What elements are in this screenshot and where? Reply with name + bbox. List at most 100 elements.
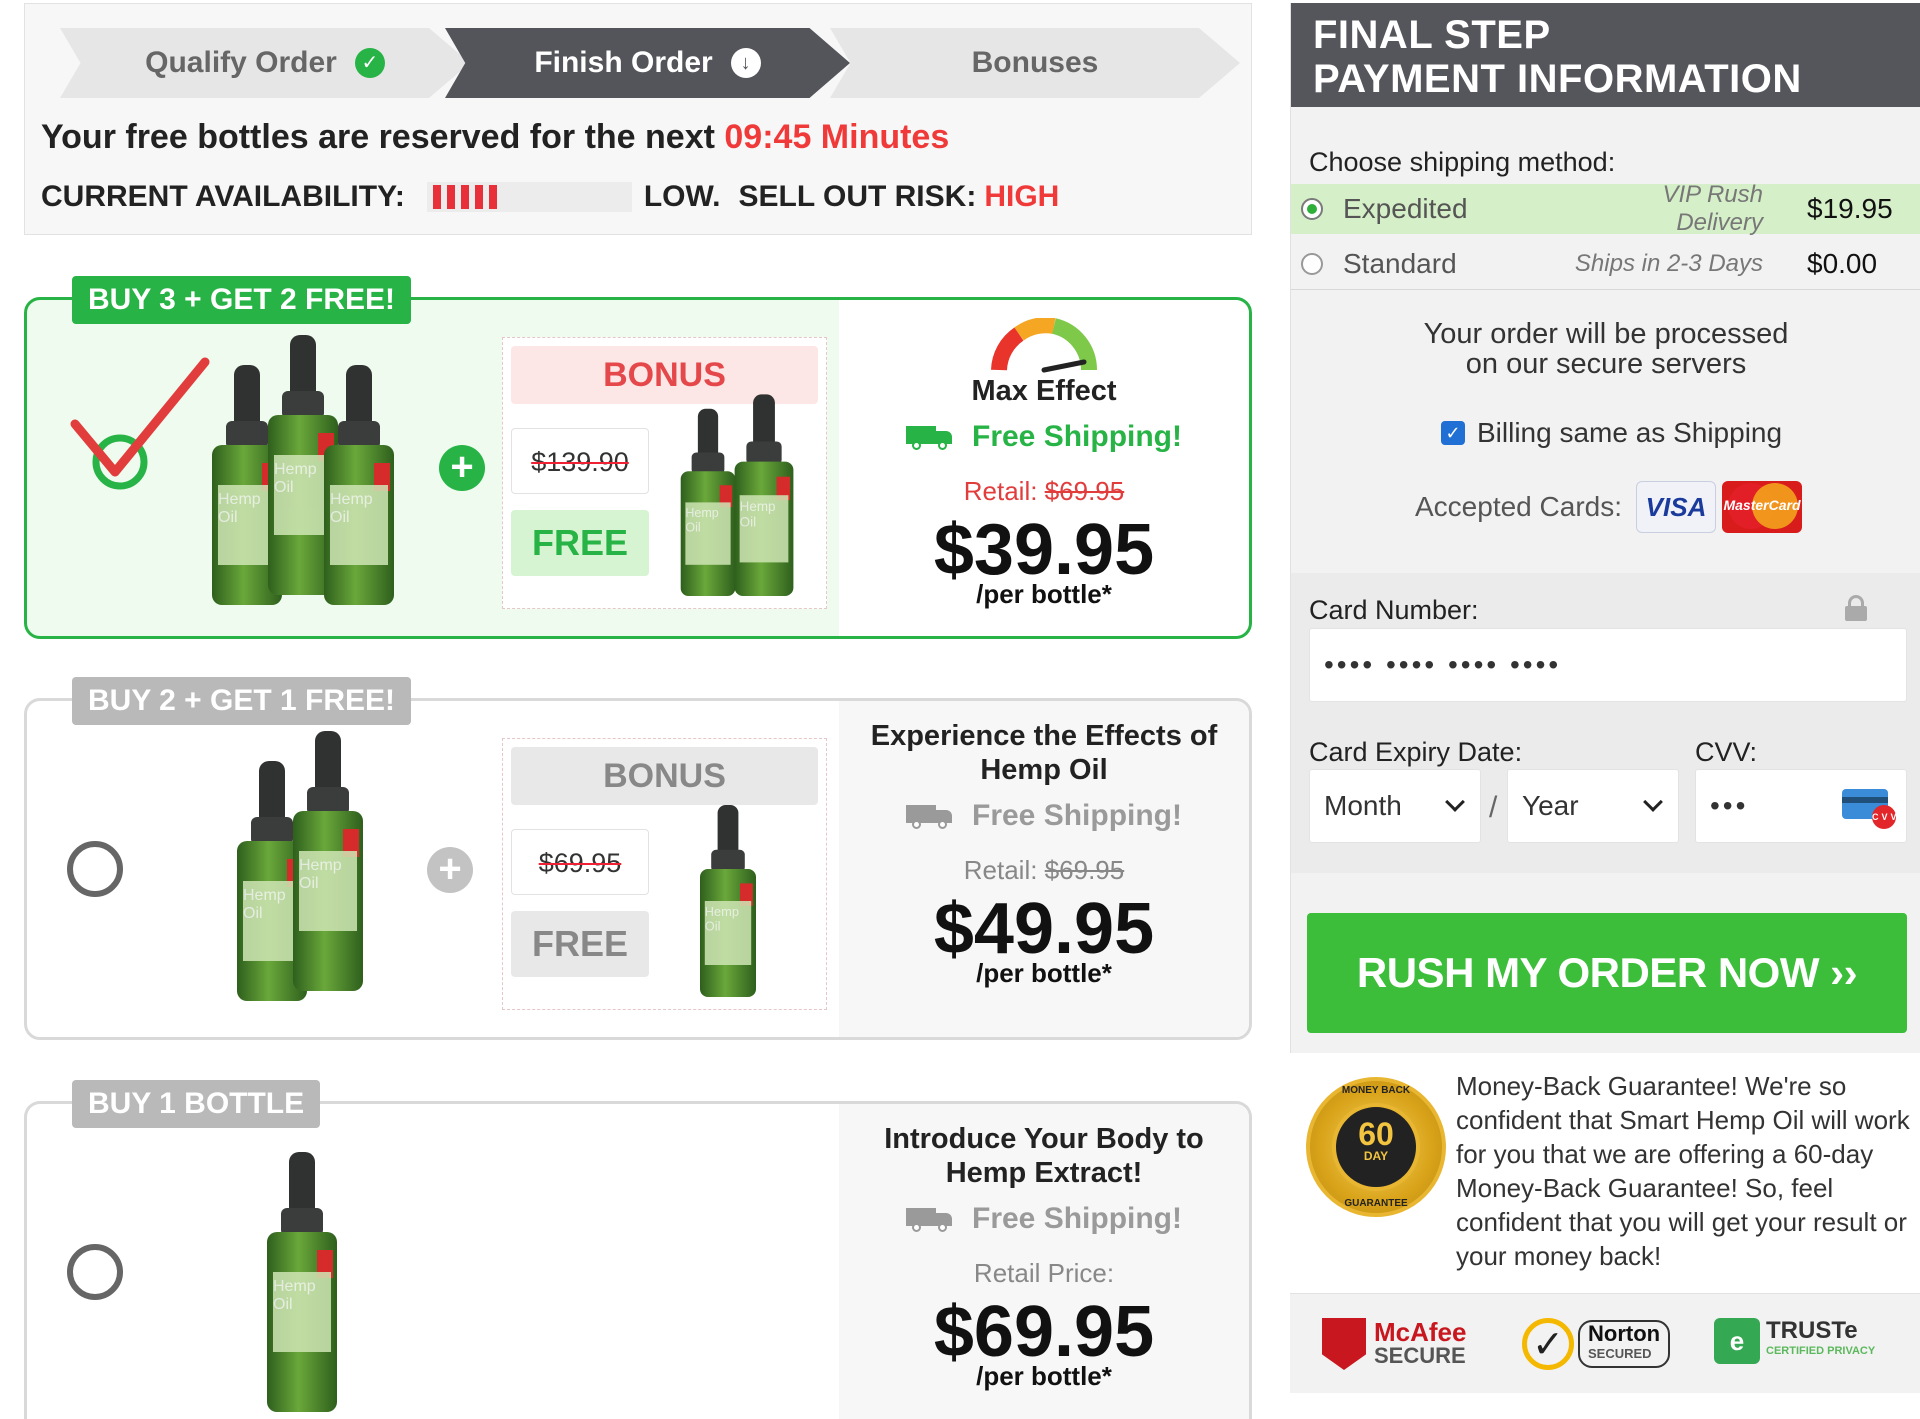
bonus-free-badge: FREE [511, 510, 649, 576]
expiry-year-select[interactable]: Year [1507, 769, 1679, 843]
offer-headline: Introduce Your Body to Hemp Extract! [884, 1123, 1204, 1189]
header-line-2: PAYMENT INFORMATION [1313, 57, 1802, 101]
step-label: Finish Order [534, 46, 713, 79]
lock-icon [1845, 595, 1867, 621]
mcafee-badge: McAfee SECURE [1322, 1318, 1466, 1370]
availability-bar [426, 182, 632, 212]
package-radio[interactable] [67, 1244, 123, 1300]
guarantee-text: Money-Back Guarantee! We're so confident… [1456, 1071, 1910, 1271]
product-bottles: Hemp Oil Hemp Oil [237, 731, 363, 1001]
shipping-option-expedited[interactable]: Expedited VIP Rush Delivery $19.95 [1291, 181, 1920, 236]
timer-text: Your free bottles are reserved for the n… [41, 118, 715, 156]
hemp-oil-bottle: Hemp Oil [267, 1152, 337, 1412]
offer-headline: Experience the Effects of Hemp Oil [870, 720, 1218, 786]
shipping-option-standard[interactable]: Standard Ships in 2-3 Days $0.00 [1291, 239, 1920, 289]
checkbox-checked-icon[interactable]: ✓ [1441, 421, 1465, 445]
rush-order-button[interactable]: RUSH MY ORDER NOW ›› [1307, 913, 1907, 1033]
sellout-risk-value: HIGH [984, 180, 1060, 213]
shipping-radio[interactable] [1301, 253, 1323, 275]
product-bottles: Hemp Oil Hemp Oil Hemp Oil [212, 335, 394, 605]
step-bonuses: Bonuses [830, 28, 1240, 98]
shipping-price: $19.95 [1807, 193, 1893, 224]
offer-price: $39.95 [933, 510, 1155, 590]
hemp-oil-bottle: Hemp Oil [734, 394, 794, 596]
bonus-bottles: Hemp Oil Hemp Oil [673, 356, 794, 596]
package-radio[interactable] [67, 841, 123, 897]
availability-level: LOW. [643, 180, 721, 213]
speedometer-icon [991, 318, 1098, 373]
bonus-bottles: Hemp Oil [693, 757, 756, 997]
availability-segment [474, 185, 483, 209]
mastercard-logo: MasterCard [1722, 481, 1802, 533]
free-shipping: Free Shipping! [839, 1202, 1249, 1236]
check-circle-icon: ✓ [354, 48, 385, 78]
availability-label: CURRENT AVAILABILITY: [41, 180, 405, 213]
bonus-heading: BONUS [511, 747, 818, 805]
retail-price: Retail: $69.95 [963, 855, 1125, 885]
truck-icon [906, 426, 954, 450]
accepted-cards: Accepted Cards: VISA MasterCard [1415, 481, 1802, 533]
availability-segment [432, 185, 441, 209]
payment-panel: FINAL STEP PAYMENT INFORMATION Choose sh… [1290, 3, 1920, 1053]
per-bottle-label: /per bottle* [976, 1361, 1112, 1391]
shipping-desc: Ships in 2-3 Days [1574, 250, 1763, 277]
offer-details: Introduce Your Body to Hemp Extract! Fre… [839, 1122, 1249, 1392]
accepted-cards-label: Accepted Cards: [1415, 491, 1622, 522]
shipping-radio[interactable] [1301, 198, 1323, 220]
shipping-name: Standard [1343, 248, 1457, 279]
hemp-oil-bottle: Hemp Oil [293, 731, 363, 991]
availability-segment [446, 185, 455, 209]
progress-box: Qualify Order ✓ Finish Order ↓ Bonuses Y… [24, 3, 1252, 235]
selected-check-icon [70, 357, 210, 490]
timer-countdown: 09:45 Minutes [724, 118, 950, 156]
bonus-box: BONUS $69.95 FREE Hemp Oil [502, 738, 827, 1010]
hemp-oil-bottle: Hemp Oil [700, 805, 756, 997]
shipping-name: Expedited [1343, 193, 1468, 224]
money-back-seal-icon: 60 DAY MONEY BACK GUARANTEE [1306, 1077, 1446, 1217]
divider [1291, 289, 1920, 290]
card-number-input[interactable]: •••• •••• •••• •••• [1309, 628, 1907, 702]
truste-icon: e [1714, 1318, 1760, 1364]
package-buy3-get2[interactable]: BUY 3 + GET 2 FREE! Hemp Oil Hemp Oil He… [24, 276, 1252, 639]
billing-same-label: Billing same as Shipping [1477, 417, 1783, 448]
step-label: Qualify Order [145, 46, 337, 79]
trust-badges: McAfee SECURE ✓ Norton SECURED e TRUSTe … [1290, 1293, 1920, 1393]
package-tag: BUY 1 BOTTLE [72, 1080, 321, 1128]
bonus-old-price: $69.95 [511, 829, 649, 895]
shipping-method-label: Choose shipping method: [1309, 147, 1616, 177]
expiry-month-select[interactable]: Month [1309, 769, 1481, 843]
offer-price: $49.95 [933, 889, 1155, 969]
shipping-price: $0.00 [1807, 248, 1878, 279]
package-buy1[interactable]: BUY 1 BOTTLE Hemp Oil Introduce Your Bod… [24, 1080, 1252, 1419]
hemp-oil-bottle: Hemp Oil [324, 365, 394, 605]
download-circle-icon: ↓ [730, 48, 761, 78]
secure-servers-note: Your order will be processed on our secu… [1423, 318, 1789, 380]
retail-price: Retail: $69.95 [963, 476, 1125, 506]
step-label: Bonuses [971, 46, 1099, 79]
step-bar: Qualify Order ✓ Finish Order ↓ Bonuses [60, 28, 1240, 98]
per-bottle-label: /per bottle* [976, 958, 1112, 988]
bonus-box: BONUS $139.90 FREE Hemp Oil Hemp Oil [502, 337, 827, 609]
reservation-timer: Your free bottles are reserved for the n… [41, 118, 949, 157]
truste-badge: e TRUSTe CERTIFIED PRIVACY [1714, 1318, 1875, 1364]
product-bottles: Hemp Oil [267, 1152, 337, 1412]
hemp-oil-bottle: Hemp Oil [680, 408, 736, 596]
availability-segment [488, 185, 497, 209]
checkout-page: Qualify Order ✓ Finish Order ↓ Bonuses Y… [0, 0, 1920, 1419]
package-buy2-get1[interactable]: BUY 2 + GET 1 FREE! Hemp Oil Hemp Oil + … [24, 677, 1252, 1040]
availability-segment [460, 185, 469, 209]
bonus-free-badge: FREE [511, 911, 649, 977]
billing-same-checkbox[interactable]: ✓ Billing same as Shipping [1441, 417, 1782, 449]
truck-icon [906, 1208, 954, 1232]
offer-details: Max Effect Free Shipping! Retail: $69.95… [839, 318, 1249, 610]
shipping-desc: VIP Rush Delivery [1662, 181, 1764, 236]
step-qualify-order: Qualify Order ✓ [60, 28, 470, 98]
norton-check-icon: ✓ [1522, 1318, 1574, 1370]
cvv-input[interactable]: ••• CVV [1695, 769, 1907, 843]
mcafee-shield-icon [1322, 1318, 1366, 1370]
package-tag: BUY 3 + GET 2 FREE! [72, 276, 412, 324]
free-shipping: Free Shipping! [839, 799, 1249, 833]
truck-icon [906, 805, 954, 829]
bonus-old-price: $139.90 [511, 428, 649, 494]
guarantee-section: 60 DAY MONEY BACK GUARANTEE Money-Back G… [1290, 1065, 1920, 1275]
